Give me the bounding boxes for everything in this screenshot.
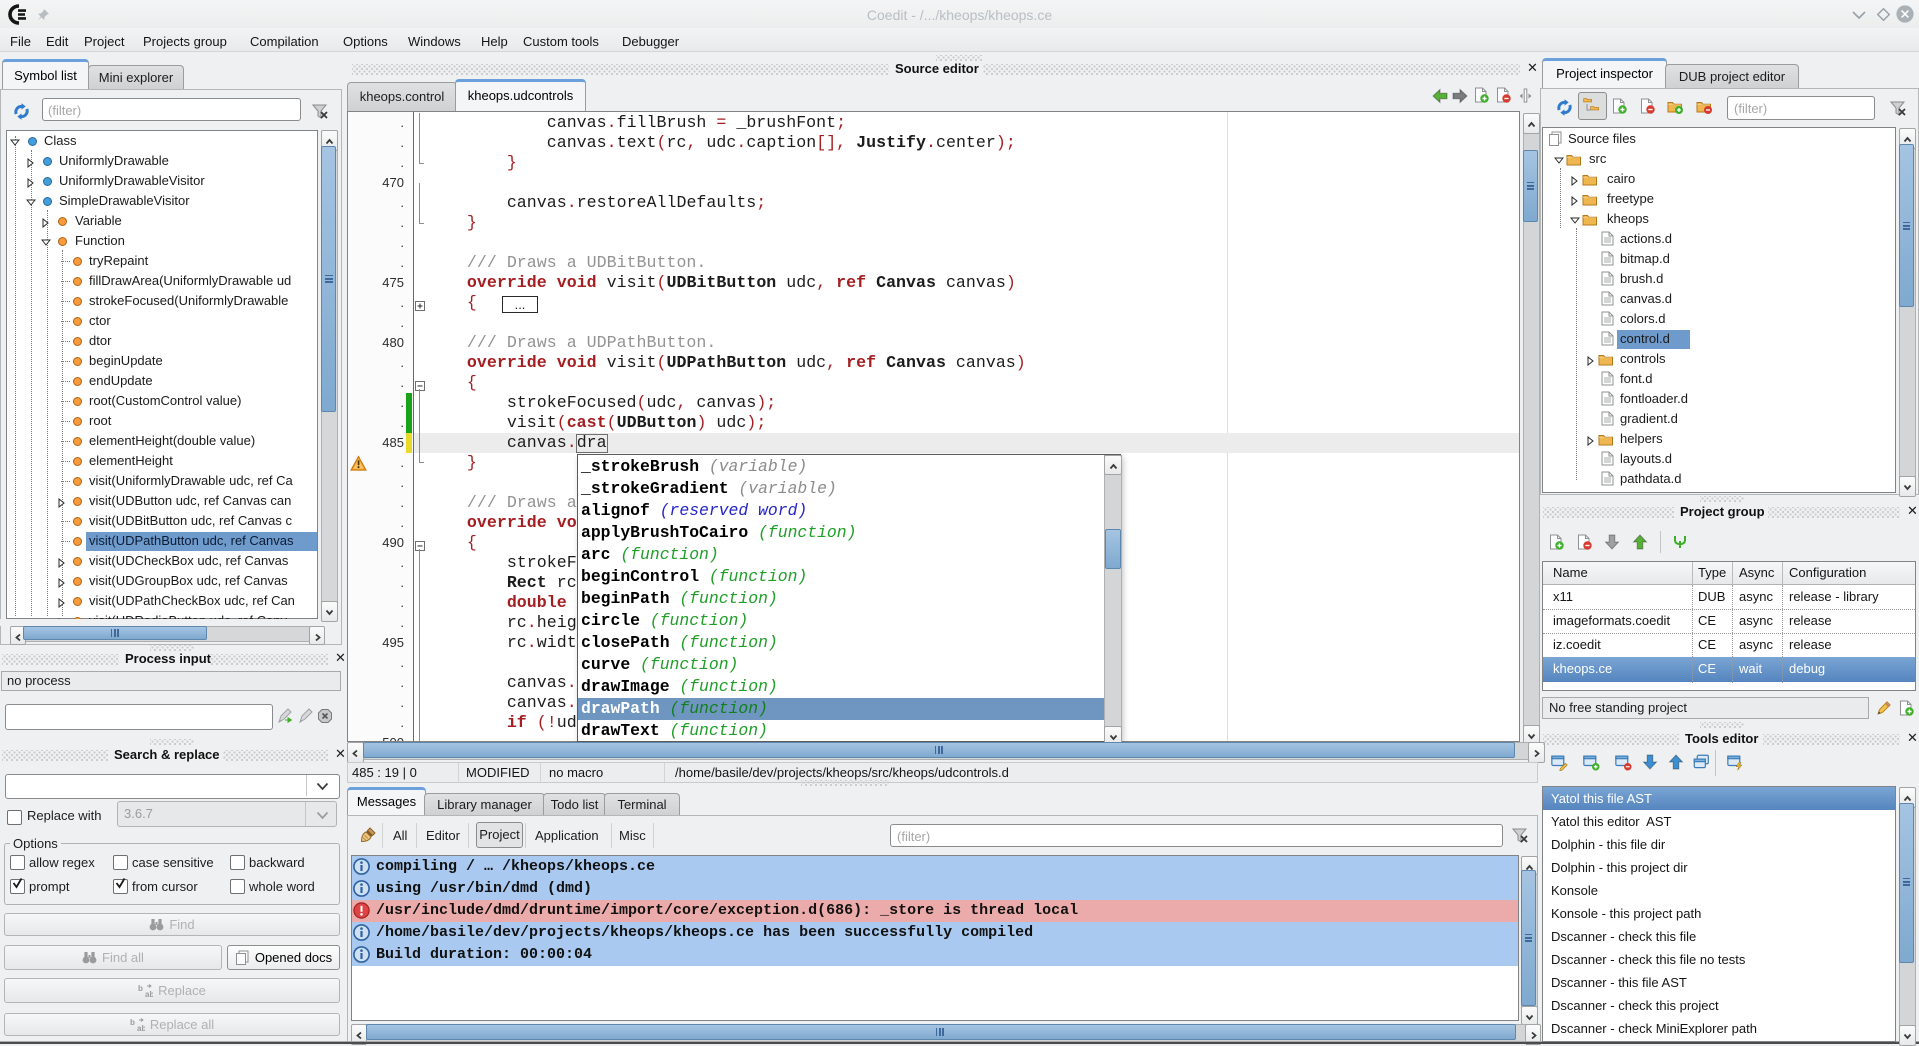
- svg-text:ab: ab: [145, 990, 153, 998]
- svg-text:ab: ab: [137, 1024, 145, 1032]
- svg-text:b: b: [138, 984, 143, 993]
- svg-text:b: b: [130, 1018, 135, 1027]
